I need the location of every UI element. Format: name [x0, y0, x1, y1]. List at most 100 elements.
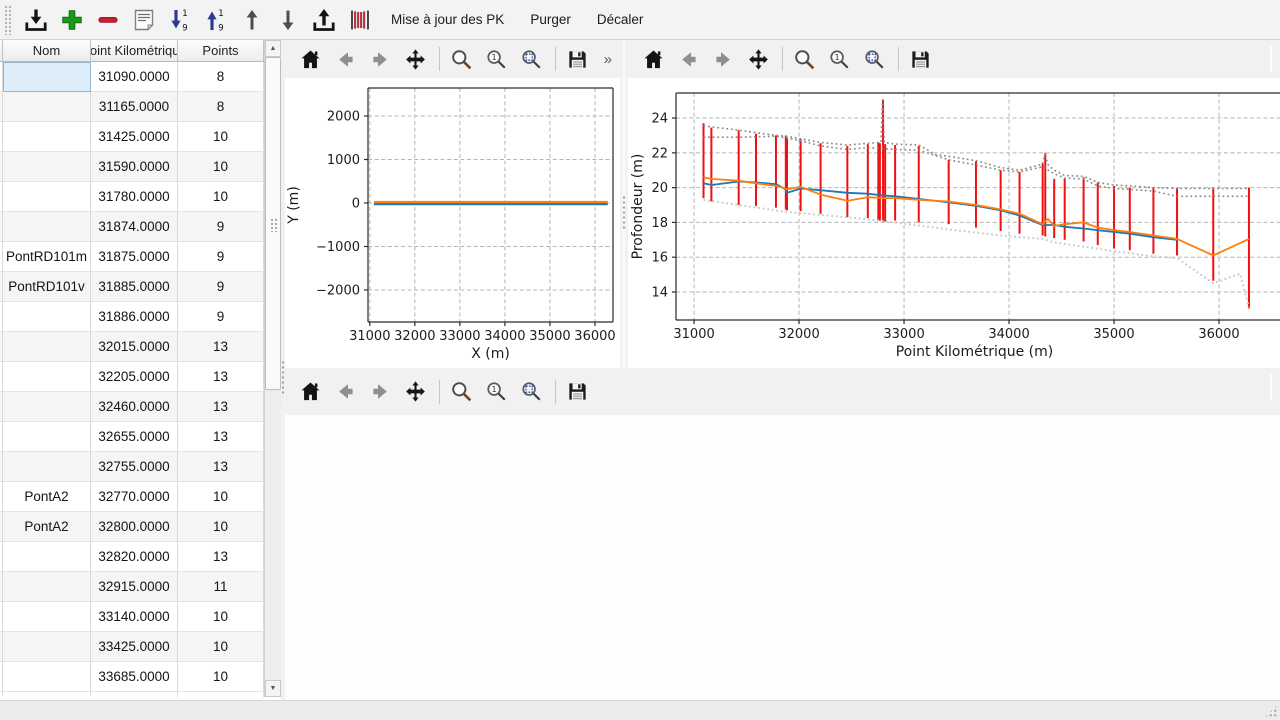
cell-pk[interactable]: 31425.0000	[91, 122, 178, 152]
cell-nom[interactable]	[3, 152, 91, 182]
profiles-icon[interactable]	[347, 7, 373, 33]
cell-points[interactable]: 8	[178, 62, 264, 92]
cell-nom[interactable]	[3, 572, 91, 602]
zoom-one-icon[interactable]: 1	[828, 48, 851, 71]
resize-grip-icon[interactable]	[1264, 704, 1278, 718]
pan-icon[interactable]	[404, 48, 427, 71]
scroll-up-icon[interactable]: ▲	[265, 40, 281, 57]
zoom-selection-icon[interactable]	[520, 380, 543, 403]
cell-points[interactable]: 10	[178, 512, 264, 542]
cell-pk[interactable]: 31165.0000	[91, 92, 178, 122]
cell-pk[interactable]: 32205.0000	[91, 362, 178, 392]
back-icon[interactable]	[677, 48, 700, 71]
bottom-plot-area[interactable]	[285, 415, 1280, 700]
cell-points[interactable]: 9	[178, 212, 264, 242]
cell-nom[interactable]: PontRD101m	[3, 242, 91, 272]
pan-icon[interactable]	[747, 48, 770, 71]
cell-points[interactable]: 10	[178, 632, 264, 662]
cell-nom[interactable]: PontRD101v	[3, 272, 91, 302]
cell-points[interactable]: 9	[178, 272, 264, 302]
cell-nom[interactable]	[3, 542, 91, 572]
scroll-down-icon[interactable]: ▼	[265, 680, 281, 697]
remove-icon[interactable]	[95, 7, 121, 33]
cell-nom[interactable]	[3, 632, 91, 662]
column-header-nom[interactable]: Nom	[3, 40, 91, 62]
column-header-points[interactable]: Points	[178, 40, 264, 62]
cell-points[interactable]: 10	[178, 182, 264, 212]
cell-points[interactable]: 13	[178, 362, 264, 392]
cell-pk[interactable]: 32770.0000	[91, 482, 178, 512]
cell-nom[interactable]	[3, 302, 91, 332]
zoom-selection-icon[interactable]	[863, 48, 886, 71]
cell-nom[interactable]	[3, 662, 91, 692]
cell-nom[interactable]	[3, 392, 91, 422]
cell-pk[interactable]: 32655.0000	[91, 422, 178, 452]
forward-icon[interactable]	[712, 48, 735, 71]
scrollbar-thumb[interactable]	[265, 57, 281, 390]
cell-nom[interactable]	[3, 182, 91, 212]
cell-pk[interactable]: 32460.0000	[91, 392, 178, 422]
cell-points[interactable]: 13	[178, 392, 264, 422]
cell-pk[interactable]: 32800.0000	[91, 512, 178, 542]
cell-pk[interactable]: 32755.0000	[91, 452, 178, 482]
splitter-between-charts[interactable]	[620, 40, 628, 368]
export-icon[interactable]	[311, 7, 337, 33]
cell-nom[interactable]	[3, 422, 91, 452]
toolbar-overflow-chevron-icon[interactable]: »	[604, 51, 612, 68]
save-icon[interactable]	[566, 48, 589, 71]
cell-pk[interactable]: 31885.0000	[91, 272, 178, 302]
zoom-rect-icon[interactable]	[450, 380, 473, 403]
cell-pk[interactable]: 33425.0000	[91, 632, 178, 662]
cell-points[interactable]: 10	[178, 122, 264, 152]
cell-pk[interactable]: 32820.0000	[91, 542, 178, 572]
home-icon[interactable]	[642, 48, 665, 71]
zoom-one-icon[interactable]: 1	[485, 380, 508, 403]
pan-icon[interactable]	[404, 380, 427, 403]
cell-points[interactable]: 13	[178, 452, 264, 482]
depth-plot-canvas[interactable]: 3100032000330003400035000360001416182022…	[628, 78, 1280, 368]
sort-descending-icon[interactable]: 19	[203, 7, 229, 33]
cell-points[interactable]: 10	[178, 482, 264, 512]
cell-nom[interactable]	[3, 212, 91, 242]
cell-nom[interactable]	[3, 332, 91, 362]
zoom-rect-icon[interactable]	[793, 48, 816, 71]
forward-icon[interactable]	[369, 48, 392, 71]
zoom-selection-icon[interactable]	[520, 48, 543, 71]
cell-pk[interactable]: 31875.0000	[91, 242, 178, 272]
move-down-icon[interactable]	[275, 7, 301, 33]
cell-nom[interactable]	[3, 92, 91, 122]
cell-nom[interactable]	[3, 602, 91, 632]
cell-pk[interactable]: 33140.0000	[91, 602, 178, 632]
shift-button[interactable]: Décaler	[587, 6, 654, 33]
cell-points[interactable]: 13	[178, 542, 264, 572]
cell-pk[interactable]: 32915.0000	[91, 572, 178, 602]
cell-pk[interactable]: 31090.0000	[91, 62, 178, 92]
cell-points[interactable]: 10	[178, 602, 264, 632]
cell-pk[interactable]: 32015.0000	[91, 332, 178, 362]
cell-nom[interactable]	[3, 362, 91, 392]
save-icon[interactable]	[566, 380, 589, 403]
cell-points[interactable]: 13	[178, 332, 264, 362]
cell-nom[interactable]: PontA2	[3, 482, 91, 512]
cell-nom[interactable]: PontA2	[3, 512, 91, 542]
cell-pk[interactable]: 31590.0000	[91, 152, 178, 182]
cell-points[interactable]: 11	[178, 572, 264, 602]
back-icon[interactable]	[334, 380, 357, 403]
back-icon[interactable]	[334, 48, 357, 71]
forward-icon[interactable]	[369, 380, 392, 403]
cell-pk[interactable]: 31874.0000	[91, 212, 178, 242]
cell-points[interactable]: 8	[178, 92, 264, 122]
sort-ascending-icon[interactable]: 19	[167, 7, 193, 33]
table-scrollbar[interactable]: ▲ ▼	[264, 40, 281, 697]
purge-button[interactable]: Purger	[520, 6, 581, 33]
zoom-one-icon[interactable]: 1	[485, 48, 508, 71]
cell-nom[interactable]	[3, 62, 91, 92]
cell-points[interactable]: 10	[178, 152, 264, 182]
import-icon[interactable]	[23, 7, 49, 33]
cell-points[interactable]: 9	[178, 302, 264, 332]
cell-nom[interactable]	[3, 452, 91, 482]
home-icon[interactable]	[299, 48, 322, 71]
zoom-rect-icon[interactable]	[450, 48, 473, 71]
xy-plot-canvas[interactable]: 310003200033000340003500036000−2000−1000…	[285, 78, 620, 365]
cell-pk[interactable]: 31886.0000	[91, 302, 178, 332]
